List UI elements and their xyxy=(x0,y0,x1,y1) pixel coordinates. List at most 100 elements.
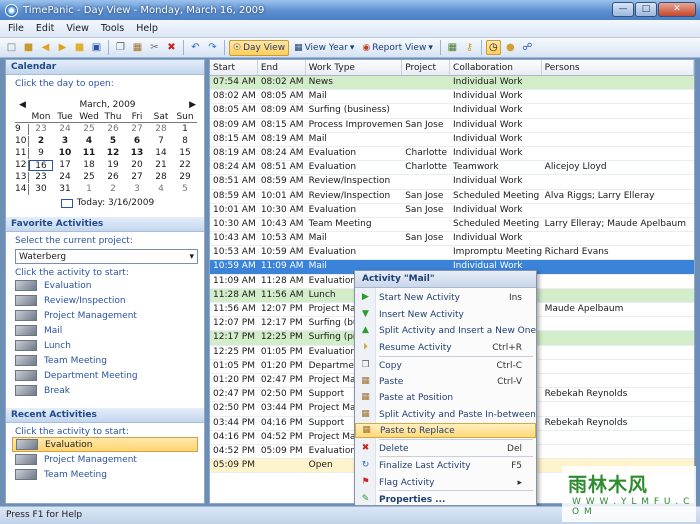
table-row[interactable]: 10:01 AM 10:30 AM Evaluation San Jose Indivi… xyxy=(210,204,694,218)
prev-month-icon[interactable]: ◀ xyxy=(19,100,26,110)
table-row[interactable]: 10:30 AM 10:43 AM Team Meeting Scheduled Me… xyxy=(210,218,694,233)
save-icon[interactable]: ▣ xyxy=(89,40,104,55)
table-row[interactable]: 08:24 AM 08:51 AM Evaluation Charlotte Teamw… xyxy=(210,161,694,176)
back-arrow-icon[interactable]: ◀ xyxy=(38,40,53,55)
activity-item[interactable]: Lunch xyxy=(6,338,204,353)
calendar-day[interactable]: 31 xyxy=(53,184,77,195)
clock-icon[interactable]: ◷ xyxy=(485,40,501,55)
menu-help[interactable]: Help xyxy=(136,23,158,34)
context-item[interactable]: ⏵ Resume Activity Ctrl+R xyxy=(355,340,536,355)
context-item[interactable]: ▶ Start New Activity Ins xyxy=(355,290,536,305)
table-row[interactable]: 08:09 AM 08:15 AM Process Improvement San J… xyxy=(210,119,694,133)
context-item[interactable]: ▦ Paste to Replace xyxy=(355,423,536,438)
menu-edit[interactable]: Edit xyxy=(36,23,54,34)
column-header[interactable]: Collaboration xyxy=(450,60,542,75)
close-button[interactable]: ✕ xyxy=(658,2,696,17)
calendar-day[interactable]: 24 xyxy=(53,172,77,183)
calendar-day[interactable]: 20 xyxy=(125,160,149,171)
column-header[interactable]: Persons xyxy=(542,60,694,75)
open-icon[interactable]: ■ xyxy=(21,40,36,55)
table-row[interactable]: 10:53 AM 10:59 AM Evaluation Impromptu Meet… xyxy=(210,246,694,261)
activity-item[interactable]: Review/Inspection xyxy=(6,293,204,308)
report-view-button[interactable]: ◉ Report View ▾ xyxy=(359,40,435,56)
column-header[interactable]: Work Type xyxy=(306,60,403,75)
activity-item[interactable]: Team Meeting xyxy=(6,353,204,368)
activity-item[interactable]: Project Management xyxy=(6,308,204,323)
calendar-day[interactable]: 7 xyxy=(149,136,173,147)
redo-icon[interactable]: ↷ xyxy=(205,40,220,55)
context-item[interactable]: ▦ Paste at Position xyxy=(355,390,536,405)
calendar-day[interactable]: 11 xyxy=(77,148,101,159)
calendar-day[interactable]: 16 xyxy=(29,160,53,171)
context-item[interactable]: ▲ Split Activity and Insert a New One xyxy=(355,323,536,338)
calendar-day[interactable]: 5 xyxy=(173,184,197,195)
folder-icon[interactable]: ■ xyxy=(72,40,87,55)
activity-item[interactable]: Team Meeting xyxy=(6,467,204,482)
activity-item[interactable]: Break xyxy=(6,383,204,398)
copy-icon[interactable]: ❐ xyxy=(113,40,128,55)
calendar-day[interactable]: 2 xyxy=(29,136,53,147)
menu-tools[interactable]: Tools xyxy=(101,23,124,34)
context-item[interactable]: ▼ Insert New Activity xyxy=(355,307,536,322)
project-select[interactable]: Waterberg ▾ xyxy=(15,249,198,264)
calendar-day[interactable]: 21 xyxy=(149,160,173,171)
calendar-day[interactable]: 22 xyxy=(173,160,197,171)
calendar-day[interactable]: 27 xyxy=(125,124,149,135)
table-row[interactable]: 08:19 AM 08:24 AM Evaluation Charlotte Indiv… xyxy=(210,147,694,162)
calendar-day[interactable]: 15 xyxy=(173,148,197,159)
calendar-day[interactable]: 12 xyxy=(101,148,125,159)
activity-item[interactable]: Department Meeting xyxy=(6,368,204,383)
calendar-day[interactable]: 17 xyxy=(53,160,77,171)
calendar-day[interactable]: 8 xyxy=(173,136,197,147)
calendar-day[interactable]: 23 xyxy=(29,172,53,183)
calendar-day[interactable]: 29 xyxy=(173,172,197,183)
calendar-day[interactable]: 4 xyxy=(149,184,173,195)
calendar-day[interactable]: 1 xyxy=(77,184,101,195)
cut-icon[interactable]: ✂ xyxy=(147,40,162,55)
calendar-day[interactable]: 18 xyxy=(77,160,101,171)
calendar-day[interactable]: 28 xyxy=(149,172,173,183)
calendar-day[interactable]: 26 xyxy=(101,124,125,135)
activity-item[interactable]: Project Management xyxy=(6,452,204,467)
calendar-day[interactable]: 1 xyxy=(173,124,197,135)
calendar-day[interactable]: 14 xyxy=(149,148,173,159)
paste-icon[interactable]: ▦ xyxy=(130,40,145,55)
context-item[interactable]: ↻ Finalize Last Activity F5 xyxy=(355,458,536,473)
calendar-day[interactable]: 24 xyxy=(53,124,77,135)
context-item[interactable]: ▦ Paste Ctrl-V xyxy=(355,374,536,389)
new-icon[interactable]: □ xyxy=(4,40,19,55)
next-month-icon[interactable]: ▶ xyxy=(189,100,196,110)
table-row[interactable]: 08:05 AM 08:09 AM Surfing (business) Indivi… xyxy=(210,104,694,119)
menu-file[interactable]: File xyxy=(8,23,24,34)
grid-icon[interactable]: ▦ xyxy=(445,40,460,55)
activity-item[interactable]: Evaluation xyxy=(12,437,198,452)
column-header[interactable]: End xyxy=(258,60,306,75)
calendar-day[interactable]: 26 xyxy=(101,172,125,183)
calendar-day[interactable]: 10 xyxy=(53,148,77,159)
context-item[interactable]: ▦ Split Activity and Paste In-between xyxy=(355,407,536,422)
calendar-today[interactable]: Today: 3/16/2009 xyxy=(15,198,200,208)
calendar-day[interactable]: 23 xyxy=(29,124,53,135)
table-row[interactable]: 08:15 AM 08:19 AM Mail Individual Work xyxy=(210,133,694,147)
key-icon[interactable]: ⚷ xyxy=(462,40,477,55)
calendar-day[interactable]: 5 xyxy=(101,136,125,147)
context-item[interactable]: ✖ Delete Del xyxy=(355,441,536,456)
calendar-day[interactable]: 19 xyxy=(101,160,125,171)
menu-view[interactable]: View xyxy=(66,23,89,34)
bulb-icon[interactable]: ● xyxy=(503,40,518,55)
links-icon[interactable]: ☍ xyxy=(520,40,535,55)
context-item[interactable]: ❐ Copy Ctrl-C xyxy=(355,358,536,373)
minimize-button[interactable]: — xyxy=(612,2,634,17)
calendar-day[interactable]: 25 xyxy=(77,124,101,135)
day-view-button[interactable]: ☉ Day View xyxy=(229,39,290,56)
table-row[interactable]: 10:43 AM 10:53 AM Mail San Jose Individual W… xyxy=(210,232,694,247)
view-year-button[interactable]: ▦ View Year ▾ xyxy=(291,40,357,56)
calendar-day[interactable]: 2 xyxy=(101,184,125,195)
calendar-day[interactable]: 13 xyxy=(125,148,149,159)
calendar-day[interactable]: 4 xyxy=(77,136,101,147)
delete-icon[interactable]: ✖ xyxy=(164,40,179,55)
table-row[interactable]: 08:59 AM 10:01 AM Review/Inspection San Jos… xyxy=(210,190,694,204)
forward-arrow-icon[interactable]: ▶ xyxy=(55,40,70,55)
column-header[interactable]: Start xyxy=(210,60,258,75)
maximize-button[interactable]: □ xyxy=(635,2,657,17)
